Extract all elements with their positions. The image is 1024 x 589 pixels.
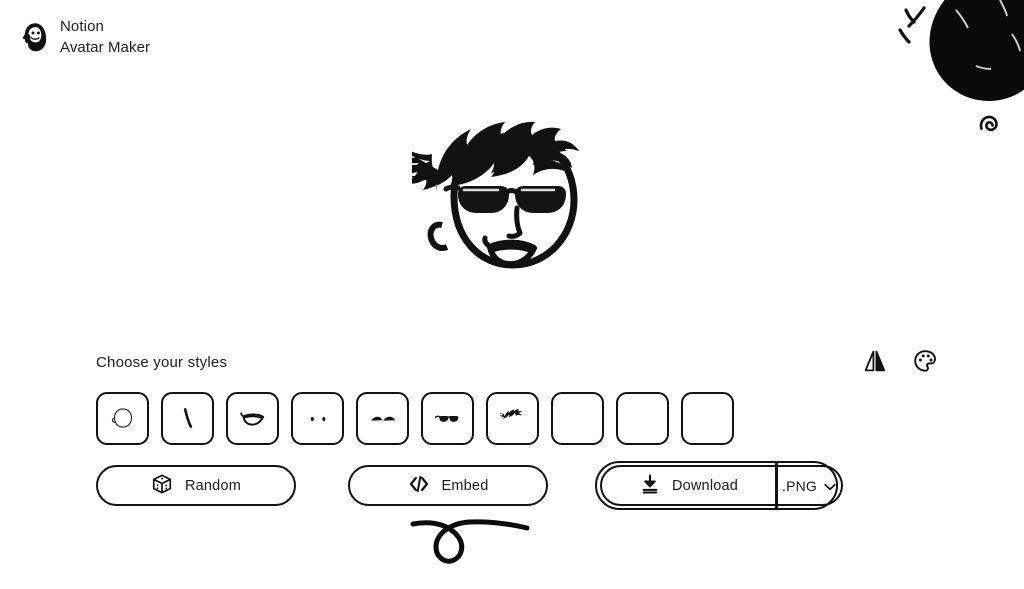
style-cell-empty-2[interactable] [616, 392, 669, 445]
app-header: Notion Avatar Maker [22, 16, 150, 58]
action-row: Random Embed Download .PNG [96, 461, 942, 510]
chevron-down-icon [824, 478, 836, 494]
style-cell-empty-1[interactable] [551, 392, 604, 445]
squiggle-decoration [405, 512, 535, 577]
mouth-icon [238, 404, 268, 434]
code-icon [408, 474, 430, 498]
flip-icon [864, 349, 886, 376]
style-cell-eyes[interactable] [291, 392, 344, 445]
flip-button[interactable] [862, 349, 888, 375]
panel-header: Choose your styles [96, 348, 942, 376]
style-cell-hair[interactable] [486, 392, 539, 445]
random-button-label: Random [184, 477, 241, 494]
download-button-label: Download [671, 477, 739, 494]
panel-tools [862, 349, 938, 375]
panel-title: Choose your styles [96, 353, 228, 371]
style-cell-nose[interactable] [161, 392, 214, 445]
format-dropdown[interactable]: .PNG [777, 465, 843, 506]
avatar-preview-stage [0, 100, 1024, 300]
download-divider [775, 461, 778, 510]
hair-icon [498, 404, 528, 434]
embed-button-label: Embed [441, 477, 489, 494]
avatar-face-icon [22, 22, 48, 52]
palette-icon [913, 349, 937, 376]
style-cell-mouth[interactable] [226, 392, 279, 445]
face-shape-icon [108, 404, 138, 434]
random-button[interactable]: Random [96, 465, 296, 506]
tick-marks-decoration [886, 4, 932, 57]
style-cell-row [96, 392, 942, 445]
brand-line-1: Notion [60, 18, 104, 35]
style-cell-eyebrows[interactable] [356, 392, 409, 445]
brand-line-2: Avatar Maker [60, 39, 151, 56]
style-cell-face[interactable] [96, 392, 149, 445]
brand-text: Notion Avatar Maker [60, 16, 150, 58]
eyebrows-icon [368, 404, 398, 434]
style-cell-glasses[interactable] [421, 392, 474, 445]
download-icon [640, 473, 660, 499]
download-group: Download .PNG [595, 461, 843, 510]
format-dropdown-label: .PNG [781, 477, 818, 494]
nose-icon [173, 404, 203, 434]
style-cell-empty-3[interactable] [681, 392, 734, 445]
styles-panel: Choose your styles Random Embed Download… [96, 348, 942, 510]
download-button[interactable]: Download [600, 465, 776, 506]
eyes-icon [303, 404, 333, 434]
avatar-preview [394, 100, 612, 300]
dice-icon [151, 473, 173, 499]
glasses-icon [433, 404, 463, 434]
palette-button[interactable] [912, 349, 938, 375]
embed-button[interactable]: Embed [348, 465, 548, 506]
